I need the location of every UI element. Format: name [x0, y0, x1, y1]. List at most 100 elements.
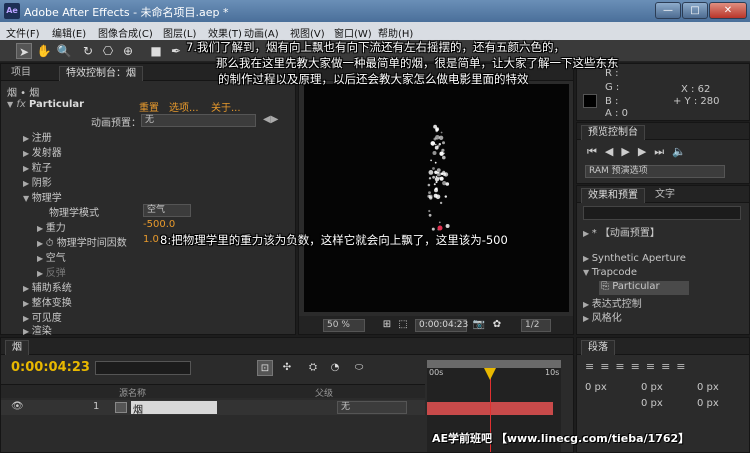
gravity-value[interactable]: -500.0 — [143, 219, 175, 233]
comp-timecode[interactable]: 0:00:04:23 — [415, 319, 469, 332]
preset-group-stylize[interactable]: ▶ 风格化 — [583, 309, 622, 324]
maximize-button[interactable]: □ — [682, 2, 708, 19]
close-button[interactable]: ✕ — [709, 2, 747, 19]
stopwatch-icon[interactable]: ⏱ — [46, 238, 54, 249]
timeline-search-input[interactable] — [95, 361, 191, 375]
preset-group-expression-controls[interactable]: ▶ 表达式控制 — [583, 295, 642, 310]
parent-dropdown[interactable]: 无 — [337, 401, 407, 414]
motion-blur-icon[interactable]: ◔ — [327, 360, 343, 376]
smoke-particle — [433, 183, 436, 186]
menu-layer[interactable]: 图层(L) — [163, 25, 196, 40]
visibility-eye-icon[interactable]: 👁 — [11, 401, 24, 415]
playhead-icon[interactable] — [484, 368, 496, 380]
annotation-step-7-line-2: 那么我在这里先教大家做一种最简单的烟，很是简单，让大家了解一下这些东东 — [216, 56, 619, 70]
rectangle-tool-icon[interactable]: ■ — [148, 43, 164, 59]
group-aux-system[interactable]: ▶ 辅助系统 — [23, 279, 72, 294]
live-update-icon[interactable]: ✣ — [279, 360, 295, 376]
resolution-dropdown[interactable]: 1/2 — [521, 319, 551, 332]
tab-paragraph[interactable]: 段落 — [581, 340, 615, 355]
about-link[interactable]: 关于... — [211, 99, 241, 114]
group-shading[interactable]: ▶ 阴影 — [23, 174, 52, 189]
indent-left[interactable]: 0 px — [585, 382, 607, 396]
camera-tool-icon[interactable]: ⎔ — [100, 43, 116, 59]
smoke-particle — [433, 137, 437, 141]
snapshot-icon[interactable]: 📷 — [471, 317, 487, 333]
tab-character[interactable]: 文字 — [649, 188, 681, 203]
timeline-timecode[interactable]: 0:00:04:23 — [11, 360, 90, 375]
composition-mini-flowchart-icon[interactable]: ⊡ — [257, 360, 273, 376]
time-factor-value[interactable]: 1.0 — [143, 234, 159, 248]
reset-link[interactable]: 重置 — [139, 99, 159, 114]
smoke-particle — [428, 213, 432, 217]
group-bounce[interactable]: ▶ 反弹 — [37, 264, 66, 279]
group-register[interactable]: ▶ 注册 — [23, 129, 52, 144]
preview-panel: 预览控制台 ⏮◀▶▶⏭🔈 RAM 预演选项 — [576, 122, 750, 184]
group-particle[interactable]: ▶ 粒子 — [23, 159, 52, 174]
indent-right[interactable]: 0 px — [641, 382, 663, 396]
menu-effect[interactable]: 效果(T) — [208, 25, 242, 40]
preset-group-animation[interactable]: ▶ * 【动画预置】 — [583, 224, 660, 239]
selection-tool-icon[interactable]: ➤ — [16, 43, 32, 59]
emitter-point[interactable] — [437, 225, 443, 231]
preset-label: 动画预置： — [91, 118, 141, 129]
zoom-dropdown[interactable]: 50 % — [323, 319, 365, 332]
hand-tool-icon[interactable]: ✋ — [36, 43, 52, 59]
alignment-buttons[interactable]: ≡≡≡≡≡≡≡ — [585, 360, 692, 374]
tab-effects-presets[interactable]: 效果和预置 — [581, 188, 645, 203]
collapse-triangle-icon[interactable]: ▼ — [7, 100, 13, 109]
space-after[interactable]: 0 px — [697, 398, 719, 412]
fx-icon[interactable]: fx — [16, 99, 25, 110]
layer-row[interactable]: 👁 1 烟 无 — [1, 400, 425, 416]
pen-tool-icon[interactable]: ✒ — [168, 43, 184, 59]
group-emitter[interactable]: ▶ 发射器 — [23, 144, 62, 159]
preset-item-particular[interactable]: ⎘ Particular — [599, 281, 689, 295]
menu-help[interactable]: 帮助(H) — [378, 25, 413, 40]
smoke-particle — [442, 155, 446, 160]
menu-composition[interactable]: 图像合成(C) — [98, 25, 153, 40]
group-visibility[interactable]: ▶ 可见度 — [23, 309, 62, 324]
tab-preview[interactable]: 预览控制台 — [581, 125, 645, 140]
group-air[interactable]: ▶ 空气 — [37, 249, 66, 264]
mask-view-icon[interactable]: ⬚ — [395, 317, 411, 333]
options-link[interactable]: 选项... — [169, 99, 199, 114]
tab-effect-controls[interactable]: 特效控制台：烟 — [59, 66, 143, 81]
smoke-particle — [431, 141, 434, 144]
graph-editor-icon[interactable]: ⬭ — [351, 360, 367, 376]
rotate-tool-icon[interactable]: ↻ — [80, 43, 96, 59]
ram-preview-dropdown[interactable]: RAM 预演选项 — [585, 165, 725, 178]
effects-search-input[interactable] — [583, 206, 741, 220]
preset-group-trapcode[interactable]: ▼ Trapcode — [583, 267, 637, 281]
work-area-bar[interactable] — [427, 360, 561, 368]
layer-path: 烟 • 烟 — [7, 88, 40, 99]
group-world-transform[interactable]: ▶ 整体变换 — [23, 294, 72, 309]
composition-viewer[interactable] — [304, 84, 569, 312]
safe-margins-icon[interactable]: ⊞ — [379, 317, 395, 333]
menu-view[interactable]: 视图(V) — [290, 25, 325, 40]
preset-nav-icon[interactable]: ◀▶ — [263, 114, 278, 128]
pan-behind-tool-icon[interactable]: ⊕ — [120, 43, 136, 59]
effect-header: ▼ fx Particular — [7, 99, 84, 113]
minimize-button[interactable]: — — [655, 2, 681, 19]
draft-3d-icon[interactable]: ⛭ — [305, 360, 321, 376]
menu-window[interactable]: 窗口(W) — [334, 25, 372, 40]
zoom-tool-icon[interactable]: 🔍 — [56, 43, 72, 59]
space-before[interactable]: 0 px — [641, 398, 663, 412]
title-bar: Ae Adobe After Effects - 未命名项目.aep * — □… — [0, 0, 750, 22]
layer-name[interactable]: 烟 — [131, 401, 217, 416]
menu-animation[interactable]: 动画(A) — [244, 25, 279, 40]
parent-value: 无 — [341, 402, 351, 412]
comp-timecode-value: 0:00:04:23 — [419, 320, 469, 330]
menu-edit[interactable]: 编辑(E) — [52, 25, 86, 40]
tab-timeline-comp[interactable]: 烟 — [5, 340, 29, 355]
playback-controls[interactable]: ⏮◀▶▶⏭🔈 — [587, 145, 694, 159]
group-physics[interactable]: ▼ 物理学 — [23, 189, 62, 204]
menu-file[interactable]: 文件(F) — [6, 25, 40, 40]
physics-model-dropdown[interactable]: 空气 — [143, 204, 191, 217]
show-channel-icon[interactable]: ✿ — [489, 317, 505, 333]
preset-group-synthetic-aperture[interactable]: ▶ Synthetic Aperture — [583, 253, 686, 267]
indent-first[interactable]: 0 px — [697, 382, 719, 396]
group-rendering[interactable]: ▶ 渲染 — [23, 322, 52, 337]
smoke-particle — [439, 151, 444, 156]
tab-project[interactable]: 项目 — [5, 66, 37, 81]
preset-dropdown[interactable]: 无 — [141, 114, 256, 127]
